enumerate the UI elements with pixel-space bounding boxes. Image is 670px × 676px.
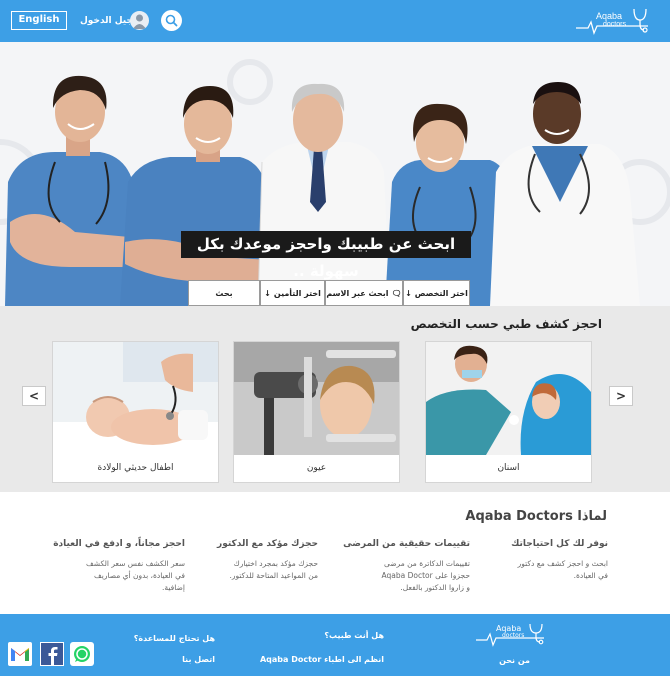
specialty-label: عيون	[306, 463, 327, 473]
specialty-card-eyes[interactable]: عيون	[233, 341, 400, 483]
arrow-down-icon: ↓	[405, 288, 412, 298]
page: English تسجيل الدخول Aqaba doctors ابحث …	[0, 0, 670, 676]
facebook-icon[interactable]	[40, 642, 64, 666]
feature-text-line: في العيادة.	[573, 571, 608, 580]
search-icon	[165, 14, 178, 27]
logo-subtext: doctors	[603, 21, 626, 28]
feature-text-line: و زاروا الدكتور بالفعل.	[400, 583, 470, 592]
newborn-exam-image	[53, 342, 218, 455]
specialty-card-newborns[interactable]: اطفال حديثي الولادة	[52, 341, 219, 483]
specialties-title: احجز كشف طبي حسب التخصص	[410, 317, 602, 331]
join-doctors-link[interactable]: انظم الى اطباء Aqaba Doctor	[260, 655, 384, 664]
feature-text-line: من المواعيد المتاحة للدكتور.	[229, 571, 318, 580]
hero-title: ابحث عن طبيبك واحجز موعدك بكل سهولة ..	[181, 231, 471, 280]
feature-reviews: تقييمات حقيقية من المرضى تقييمات الدكاتر…	[330, 539, 470, 594]
why-title: لماذا Aqaba Doctors	[465, 509, 607, 524]
specialties-section: احجز كشف طبي حسب التخصص < > اسنان عيون ا…	[0, 306, 670, 492]
name-search-input[interactable]: 🗨 ابحث عبر الاسم	[325, 280, 403, 306]
feature-text-line: حجزك مؤكد بمجرد اختيارك	[233, 559, 318, 568]
feature-free-booking: احجز مجاناً، و ادفع في العيادة سعر الكشف…	[45, 539, 185, 594]
footer: Aqaba doctors من نحن هل أنت طبيب؟ انظم ا…	[0, 614, 670, 676]
arrow-down-icon: ↓	[264, 288, 271, 298]
feature-text-line: تقييمات الدكاترة من مرضى	[383, 559, 470, 568]
specialty-label: اطفال حديثي الولادة	[97, 463, 174, 473]
feature-text-line: حجزوا على Aqaba Doctor	[381, 571, 470, 580]
feature-confirmed: حجزك مؤكد مع الدكتور حجزك مؤكد بمجرد اخت…	[178, 539, 318, 582]
specialty-label: اسنان	[497, 463, 520, 473]
hero-banner: ابحث عن طبيبك واحجز موعدك بكل سهولة .. ا…	[0, 42, 670, 306]
user-avatar-icon[interactable]	[130, 11, 149, 30]
feature-title: نوفر لك كل احتياجاتك	[511, 539, 608, 549]
feature-text-line: ابحث و احجز كشف مع دكتور	[517, 559, 608, 568]
carousel-next-button[interactable]: >	[609, 386, 633, 406]
feature-text-line: في العيادة، بدون أي مصاريف	[94, 571, 185, 580]
need-help-heading: هل تحتاج للمساعدة؟	[133, 634, 215, 643]
language-button[interactable]: English	[11, 11, 67, 30]
search-button[interactable]	[161, 10, 182, 31]
feature-title: احجز مجاناً، و ادفع في العيادة	[53, 539, 185, 549]
top-header: English تسجيل الدخول Aqaba doctors	[0, 0, 670, 42]
chat-icon: 🗨	[391, 288, 402, 298]
logo-text: Aqaba	[596, 11, 623, 21]
about-link[interactable]: من نحن	[499, 656, 530, 665]
specialty-select[interactable]: اختر التخصص ↓	[403, 280, 470, 306]
feature-text-line: إضافية.	[162, 583, 185, 592]
feature-title: حجزك مؤكد مع الدكتور	[217, 539, 318, 549]
search-bar: اختر التخصص ↓ 🗨 ابحث عبر الاسم اختر التأ…	[188, 280, 470, 306]
specialty-label: اختر التخصص	[414, 288, 468, 298]
carousel-prev-button[interactable]: <	[22, 386, 46, 406]
why-section: لماذا Aqaba Doctors نوفر لك كل احتياجاتك…	[0, 492, 670, 614]
insurance-label: اختر التأمين	[273, 288, 321, 298]
gmail-icon[interactable]	[8, 642, 32, 666]
footer-logo-subtext: doctors	[502, 632, 525, 639]
dentistry-image	[426, 342, 591, 455]
are-you-doctor-heading: هل أنت طبيب؟	[324, 631, 384, 640]
specialty-card-dentistry[interactable]: اسنان	[425, 341, 592, 483]
feature-needs: نوفر لك كل احتياجاتك ابحث و احجز كشف مع …	[468, 539, 608, 582]
search-submit-button[interactable]: بحث	[188, 280, 260, 306]
name-search-label: ابحث عبر الاسم	[326, 288, 389, 298]
eye-exam-image	[234, 342, 399, 455]
feature-text-line: سعر الكشف نفس سعر الكشف	[86, 559, 185, 568]
insurance-select[interactable]: اختر التأمين ↓	[260, 280, 325, 306]
contact-us-link[interactable]: اتصل بنا	[182, 655, 215, 664]
whatsapp-icon[interactable]	[70, 642, 94, 666]
feature-title: تقييمات حقيقية من المرضى	[343, 539, 470, 549]
